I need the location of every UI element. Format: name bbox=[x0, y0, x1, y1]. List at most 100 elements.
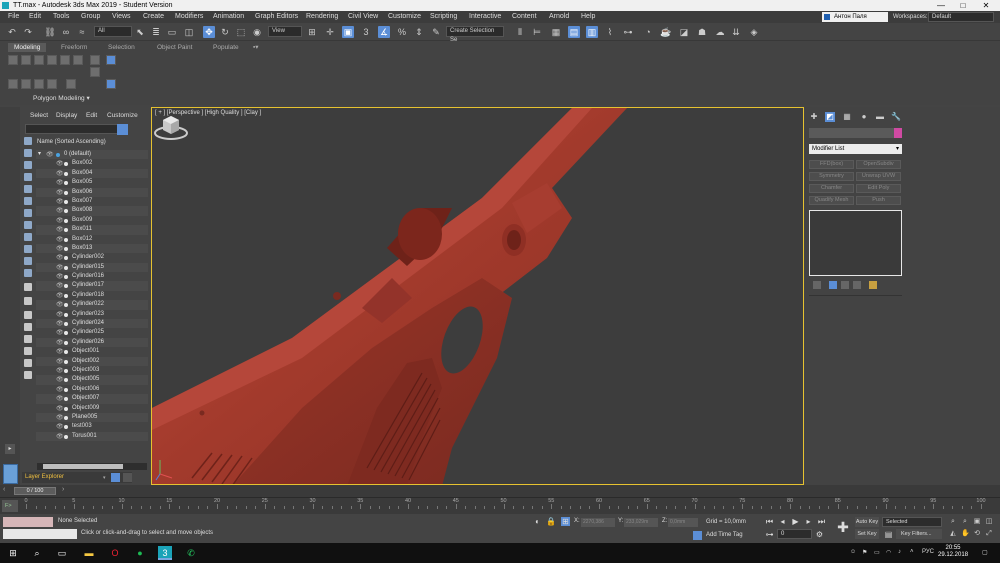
tool-collapse-icon[interactable] bbox=[21, 79, 31, 89]
tree-object-row[interactable]: 👁 Cylinder018 bbox=[36, 291, 148, 300]
tool-soft-selection-icon[interactable] bbox=[106, 79, 116, 89]
menu-group[interactable]: Group bbox=[81, 11, 100, 23]
tool-edge-icon[interactable] bbox=[21, 55, 31, 65]
time-slider[interactable]: 0 / 100 bbox=[14, 487, 56, 495]
visibility-eye-icon[interactable]: 👁 bbox=[56, 433, 64, 442]
tool-element-icon[interactable] bbox=[60, 55, 70, 65]
tree-object-row[interactable]: 👁 Torus001 bbox=[36, 431, 148, 442]
menu-views[interactable]: Views bbox=[112, 11, 131, 23]
viewcube-icon[interactable] bbox=[152, 108, 190, 142]
motion-tab-icon[interactable]: ● bbox=[859, 112, 869, 122]
input-language[interactable]: РУС bbox=[922, 549, 934, 555]
zoom-extents-icon[interactable]: ▣ bbox=[973, 518, 981, 526]
auto-key-button[interactable]: Auto Key bbox=[855, 517, 879, 527]
tool-polygon-icon[interactable] bbox=[47, 55, 57, 65]
layer-hierarchy-icon[interactable] bbox=[24, 347, 32, 355]
mirror-icon[interactable]: ⫴ bbox=[514, 26, 526, 38]
render-production-icon[interactable]: ☗ bbox=[696, 26, 708, 38]
menu-rendering[interactable]: Rendering bbox=[306, 11, 338, 23]
menu-animation[interactable]: Animation bbox=[213, 11, 244, 23]
go-to-start-icon[interactable]: ⏮ bbox=[765, 517, 774, 526]
tree-object-row[interactable]: 👁 Box006 bbox=[36, 187, 148, 197]
pan-view-icon[interactable]: ✋ bbox=[961, 530, 970, 538]
maxscript-mini-listener[interactable] bbox=[3, 529, 77, 539]
notifications-icon[interactable]: ▢ bbox=[982, 549, 988, 556]
redo-icon[interactable]: ↷ bbox=[22, 26, 34, 38]
go-to-end-icon[interactable]: ⏭ bbox=[817, 517, 826, 526]
workspace-select[interactable]: Default bbox=[928, 12, 994, 22]
rendered-frame-window-icon[interactable]: ◪ bbox=[678, 26, 690, 38]
zoom-extents-all-icon[interactable]: ◫ bbox=[985, 518, 993, 526]
arnold-render-icon[interactable]: ⇊ bbox=[730, 26, 742, 38]
bind-space-warp-icon[interactable]: ≈ bbox=[76, 26, 88, 38]
menu-create[interactable]: Create bbox=[143, 11, 164, 23]
remove-modifier-icon[interactable] bbox=[853, 281, 861, 289]
tree-object-row[interactable]: 👁 Object006 bbox=[36, 385, 148, 394]
previous-frame-icon[interactable]: ‹ bbox=[3, 486, 5, 493]
menu-tools[interactable]: Tools bbox=[53, 11, 69, 23]
display-spacewarps-icon[interactable] bbox=[24, 197, 32, 205]
tree-object-row[interactable]: 👁 Object005 bbox=[36, 375, 148, 385]
task-view-icon[interactable]: ▭ bbox=[55, 546, 69, 560]
tool-preview-icon[interactable] bbox=[90, 55, 100, 65]
percent-snap-icon[interactable]: % bbox=[396, 26, 408, 38]
undo-icon[interactable]: ↶ bbox=[6, 26, 18, 38]
collapse-arrow-icon[interactable]: ▾ bbox=[38, 150, 41, 159]
maximize-button[interactable]: □ bbox=[952, 0, 974, 11]
tree-object-row[interactable]: 👁 Object002 bbox=[36, 356, 148, 366]
material-editor-icon[interactable]: ◔ bbox=[642, 26, 654, 38]
align-icon[interactable]: ⊨ bbox=[531, 26, 543, 38]
edit-named-selection-icon[interactable]: ✎ bbox=[430, 26, 442, 38]
tree-object-row[interactable]: 👁 Cylinder017 bbox=[36, 281, 148, 291]
spotify-icon[interactable]: ● bbox=[133, 546, 147, 560]
tree-object-row[interactable]: 👁 Box002 bbox=[36, 159, 148, 168]
modifier-ffd-box-button[interactable]: FFD(box) bbox=[809, 160, 854, 169]
display-geometry-icon[interactable] bbox=[24, 137, 32, 145]
explorer-menu-select[interactable]: Select bbox=[30, 112, 48, 119]
selection-region-icon[interactable]: ▭ bbox=[166, 26, 178, 38]
link-icon[interactable]: ⛓ bbox=[44, 26, 56, 38]
show-end-result-icon[interactable] bbox=[829, 281, 837, 289]
object-color-swatch[interactable] bbox=[894, 128, 902, 138]
display-shapes-icon[interactable] bbox=[24, 149, 32, 157]
window-crossing-icon[interactable]: ◫ bbox=[183, 26, 195, 38]
explorer-menu-edit[interactable]: Edit bbox=[86, 112, 97, 119]
x-coord-field[interactable]: 2270,386 bbox=[581, 518, 615, 527]
sync-selection-icon[interactable] bbox=[24, 335, 32, 343]
maxscript-listener-input[interactable] bbox=[3, 517, 53, 527]
set-keys-icon[interactable]: ✚ bbox=[836, 520, 850, 534]
object-hierarchy-icon[interactable] bbox=[24, 359, 32, 367]
selection-filter-select[interactable]: All bbox=[94, 26, 132, 37]
previous-key-icon[interactable]: ◂ bbox=[778, 517, 787, 526]
tree-object-row[interactable]: 👁 Cylinder015 bbox=[36, 262, 148, 273]
menu-help[interactable]: Help bbox=[581, 11, 595, 23]
tool-next-modifier-icon[interactable] bbox=[66, 79, 76, 89]
keyboard-shortcut-override-icon[interactable]: ▣ bbox=[342, 26, 354, 38]
snaps-toggle-icon[interactable]: 3 bbox=[360, 26, 372, 38]
tree-object-row[interactable]: 👁 Box008 bbox=[36, 206, 148, 216]
tool-edit-poly-icon[interactable] bbox=[8, 79, 18, 89]
render-in-cloud-icon[interactable]: ☁ bbox=[714, 26, 726, 38]
reference-coordinate-select[interactable]: View bbox=[268, 26, 302, 37]
next-frame-icon[interactable]: › bbox=[62, 486, 64, 493]
modifier-list-select[interactable]: Modifier List ▾ bbox=[809, 144, 902, 154]
display-cameras-icon[interactable] bbox=[24, 173, 32, 181]
tray-chevron-icon[interactable]: ˄ bbox=[910, 549, 914, 555]
display-groups-icon[interactable] bbox=[24, 209, 32, 217]
tree-object-row[interactable]: 👁 Plane005 bbox=[36, 412, 148, 423]
menu-civil-view[interactable]: Civil View bbox=[348, 11, 378, 23]
sort-icon[interactable] bbox=[24, 371, 32, 379]
menu-interactive[interactable]: Interactive bbox=[469, 11, 501, 23]
pin-stack-icon[interactable] bbox=[813, 281, 821, 289]
explorer-search-input[interactable] bbox=[25, 124, 123, 134]
timeline-scale[interactable]: 0 5 10 15 20 25 30 35 40 45 50 55 60 65 70 75 80 85 90 95 10… bbox=[24, 498, 986, 515]
display-helpers-icon[interactable] bbox=[24, 185, 32, 193]
select-and-rotate-icon[interactable]: ↻ bbox=[219, 26, 231, 38]
menu-modifiers[interactable]: Modifiers bbox=[175, 11, 203, 23]
modifier-symmetry-button[interactable]: Symmetry bbox=[809, 172, 854, 181]
field-of-view-icon[interactable]: ◭ bbox=[949, 530, 957, 538]
polygon-modeling-dropdown[interactable]: Polygon Modeling ▾ bbox=[33, 94, 90, 102]
select-object-icon[interactable]: ⬉ bbox=[134, 26, 146, 38]
play-icon[interactable]: ▶ bbox=[791, 517, 800, 526]
tree-object-row[interactable]: 👁 Cylinder025 bbox=[36, 328, 148, 337]
